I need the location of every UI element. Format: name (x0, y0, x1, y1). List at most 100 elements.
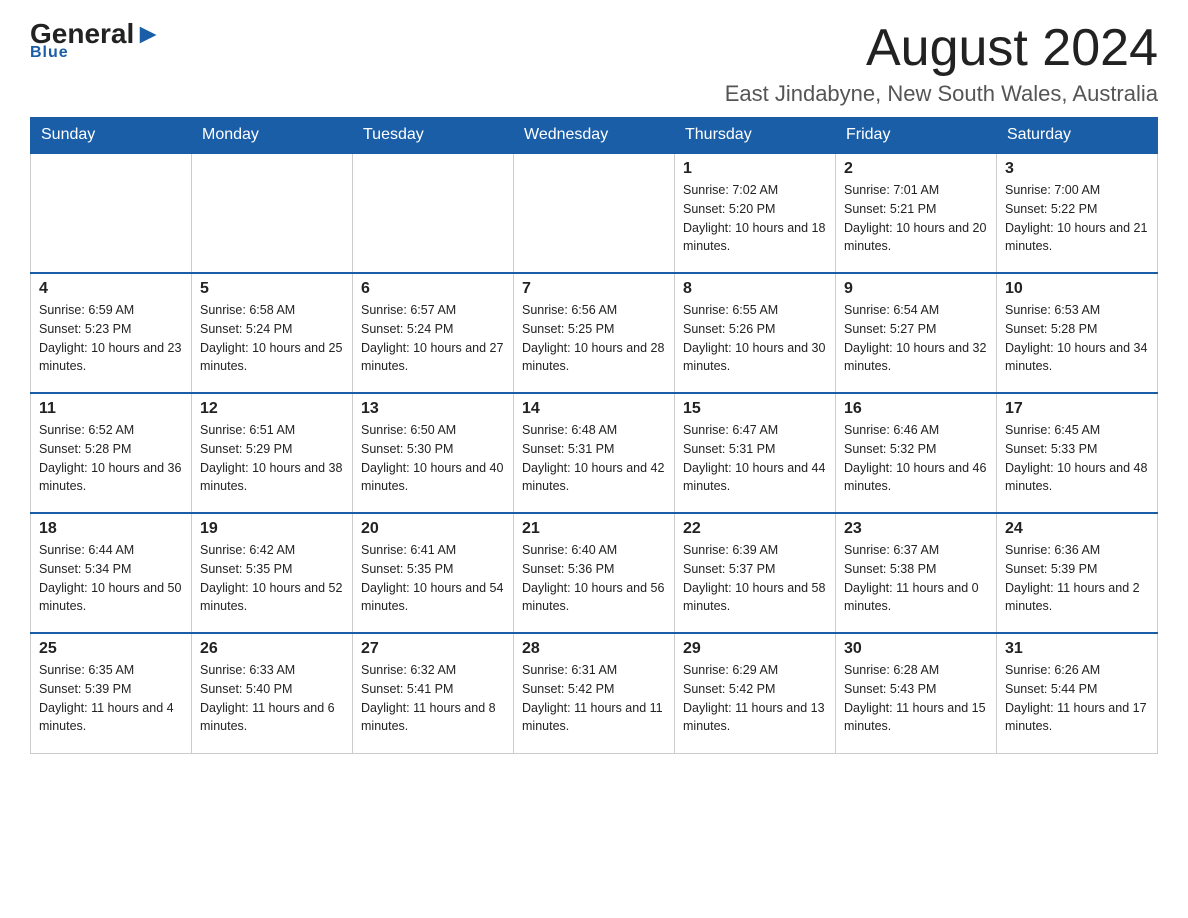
day-number: 25 (39, 640, 183, 658)
day-number: 10 (1005, 280, 1149, 298)
table-cell: 22 Sunrise: 6:39 AMSunset: 5:37 PMDayligh… (675, 513, 836, 633)
day-info: Sunrise: 7:00 AMSunset: 5:22 PMDaylight:… (1005, 181, 1149, 256)
day-number: 7 (522, 280, 666, 298)
day-info: Sunrise: 6:35 AMSunset: 5:39 PMDaylight:… (39, 661, 183, 736)
table-cell: 16 Sunrise: 6:46 AMSunset: 5:32 PMDayligh… (836, 393, 997, 513)
day-info: Sunrise: 6:45 AMSunset: 5:33 PMDaylight:… (1005, 421, 1149, 496)
week-row-4: 18 Sunrise: 6:44 AMSunset: 5:34 PMDayligh… (31, 513, 1158, 633)
table-cell (31, 153, 192, 273)
day-info: Sunrise: 6:29 AMSunset: 5:42 PMDaylight:… (683, 661, 827, 736)
day-info: Sunrise: 6:52 AMSunset: 5:28 PMDaylight:… (39, 421, 183, 496)
day-number: 1 (683, 160, 827, 178)
table-cell (514, 153, 675, 273)
calendar-table: Sunday Monday Tuesday Wednesday Thursday… (30, 117, 1158, 754)
day-number: 18 (39, 520, 183, 538)
day-info: Sunrise: 6:36 AMSunset: 5:39 PMDaylight:… (1005, 541, 1149, 616)
table-cell: 29 Sunrise: 6:29 AMSunset: 5:42 PMDayligh… (675, 633, 836, 753)
day-number: 5 (200, 280, 344, 298)
table-cell: 17 Sunrise: 6:45 AMSunset: 5:33 PMDayligh… (997, 393, 1158, 513)
table-cell: 13 Sunrise: 6:50 AMSunset: 5:30 PMDayligh… (353, 393, 514, 513)
week-row-2: 4Sunrise: 6:59 AMSunset: 5:23 PMDaylight… (31, 273, 1158, 393)
day-number: 13 (361, 400, 505, 418)
day-number: 26 (200, 640, 344, 658)
day-info: Sunrise: 6:26 AMSunset: 5:44 PMDaylight:… (1005, 661, 1149, 736)
day-info: Sunrise: 6:50 AMSunset: 5:30 PMDaylight:… (361, 421, 505, 496)
table-cell: 30 Sunrise: 6:28 AMSunset: 5:43 PMDayligh… (836, 633, 997, 753)
col-sunday: Sunday (31, 118, 192, 154)
day-number: 28 (522, 640, 666, 658)
table-cell (353, 153, 514, 273)
day-info: Sunrise: 6:40 AMSunset: 5:36 PMDaylight:… (522, 541, 666, 616)
day-number: 2 (844, 160, 988, 178)
table-cell: 28Sunrise: 6:31 AMSunset: 5:42 PMDayligh… (514, 633, 675, 753)
month-title: August 2024 (725, 20, 1158, 77)
day-number: 11 (39, 400, 183, 418)
day-number: 22 (683, 520, 827, 538)
header-row: Sunday Monday Tuesday Wednesday Thursday… (31, 118, 1158, 154)
day-info: Sunrise: 6:59 AMSunset: 5:23 PMDaylight:… (39, 301, 183, 376)
table-cell: 19Sunrise: 6:42 AMSunset: 5:35 PMDayligh… (192, 513, 353, 633)
day-info: Sunrise: 6:58 AMSunset: 5:24 PMDaylight:… (200, 301, 344, 376)
day-number: 8 (683, 280, 827, 298)
col-monday: Monday (192, 118, 353, 154)
day-number: 16 (844, 400, 988, 418)
day-number: 24 (1005, 520, 1149, 538)
day-info: Sunrise: 6:28 AMSunset: 5:43 PMDaylight:… (844, 661, 988, 736)
table-cell: 15 Sunrise: 6:47 AMSunset: 5:31 PMDayligh… (675, 393, 836, 513)
day-number: 12 (200, 400, 344, 418)
day-number: 29 (683, 640, 827, 658)
day-number: 30 (844, 640, 988, 658)
day-number: 20 (361, 520, 505, 538)
table-cell: 6Sunrise: 6:57 AMSunset: 5:24 PMDaylight… (353, 273, 514, 393)
location-title: East Jindabyne, New South Wales, Austral… (725, 81, 1158, 107)
day-info: Sunrise: 6:56 AMSunset: 5:25 PMDaylight:… (522, 301, 666, 376)
day-info: Sunrise: 6:32 AMSunset: 5:41 PMDaylight:… (361, 661, 505, 736)
table-cell: 20 Sunrise: 6:41 AMSunset: 5:35 PMDayligh… (353, 513, 514, 633)
day-info: Sunrise: 7:02 AMSunset: 5:20 PMDaylight:… (683, 181, 827, 256)
day-info: Sunrise: 6:54 AMSunset: 5:27 PMDaylight:… (844, 301, 988, 376)
table-cell: 25 Sunrise: 6:35 AMSunset: 5:39 PMDayligh… (31, 633, 192, 753)
logo: General► Blue (30, 20, 162, 62)
day-info: Sunrise: 6:41 AMSunset: 5:35 PMDaylight:… (361, 541, 505, 616)
table-cell: 11 Sunrise: 6:52 AMSunset: 5:28 PMDayligh… (31, 393, 192, 513)
day-info: Sunrise: 6:51 AMSunset: 5:29 PMDaylight:… (200, 421, 344, 496)
table-cell: 8 Sunrise: 6:55 AMSunset: 5:26 PMDaylight… (675, 273, 836, 393)
table-cell: 27 Sunrise: 6:32 AMSunset: 5:41 PMDayligh… (353, 633, 514, 753)
table-cell (192, 153, 353, 273)
day-info: Sunrise: 7:01 AMSunset: 5:21 PMDaylight:… (844, 181, 988, 256)
week-row-5: 25 Sunrise: 6:35 AMSunset: 5:39 PMDayligh… (31, 633, 1158, 753)
col-thursday: Thursday (675, 118, 836, 154)
table-cell: 3 Sunrise: 7:00 AMSunset: 5:22 PMDaylight… (997, 153, 1158, 273)
table-cell: 10 Sunrise: 6:53 AMSunset: 5:28 PMDayligh… (997, 273, 1158, 393)
logo-blue: Blue (30, 44, 69, 62)
day-info: Sunrise: 6:46 AMSunset: 5:32 PMDaylight:… (844, 421, 988, 496)
table-cell: 1 Sunrise: 7:02 AMSunset: 5:20 PMDaylight… (675, 153, 836, 273)
day-number: 9 (844, 280, 988, 298)
table-cell: 7 Sunrise: 6:56 AMSunset: 5:25 PMDaylight… (514, 273, 675, 393)
table-cell: 26 Sunrise: 6:33 AMSunset: 5:40 PMDayligh… (192, 633, 353, 753)
day-number: 3 (1005, 160, 1149, 178)
table-cell: 21Sunrise: 6:40 AMSunset: 5:36 PMDayligh… (514, 513, 675, 633)
day-info: Sunrise: 6:55 AMSunset: 5:26 PMDaylight:… (683, 301, 827, 376)
day-number: 31 (1005, 640, 1149, 658)
week-row-3: 11 Sunrise: 6:52 AMSunset: 5:28 PMDayligh… (31, 393, 1158, 513)
day-number: 19 (200, 520, 344, 538)
day-info: Sunrise: 6:44 AMSunset: 5:34 PMDaylight:… (39, 541, 183, 616)
day-number: 17 (1005, 400, 1149, 418)
day-number: 14 (522, 400, 666, 418)
table-cell: 23Sunrise: 6:37 AMSunset: 5:38 PMDayligh… (836, 513, 997, 633)
table-cell: 12 Sunrise: 6:51 AMSunset: 5:29 PMDayligh… (192, 393, 353, 513)
day-info: Sunrise: 6:39 AMSunset: 5:37 PMDaylight:… (683, 541, 827, 616)
day-number: 15 (683, 400, 827, 418)
page-header: General► Blue August 2024 East Jindabyne… (30, 20, 1158, 107)
day-info: Sunrise: 6:47 AMSunset: 5:31 PMDaylight:… (683, 421, 827, 496)
col-saturday: Saturday (997, 118, 1158, 154)
day-number: 27 (361, 640, 505, 658)
table-cell: 9 Sunrise: 6:54 AMSunset: 5:27 PMDaylight… (836, 273, 997, 393)
day-info: Sunrise: 6:33 AMSunset: 5:40 PMDaylight:… (200, 661, 344, 736)
day-info: Sunrise: 6:57 AMSunset: 5:24 PMDaylight:… (361, 301, 505, 376)
day-info: Sunrise: 6:53 AMSunset: 5:28 PMDaylight:… (1005, 301, 1149, 376)
col-wednesday: Wednesday (514, 118, 675, 154)
table-cell: 5 Sunrise: 6:58 AMSunset: 5:24 PMDaylight… (192, 273, 353, 393)
title-area: August 2024 East Jindabyne, New South Wa… (725, 20, 1158, 107)
